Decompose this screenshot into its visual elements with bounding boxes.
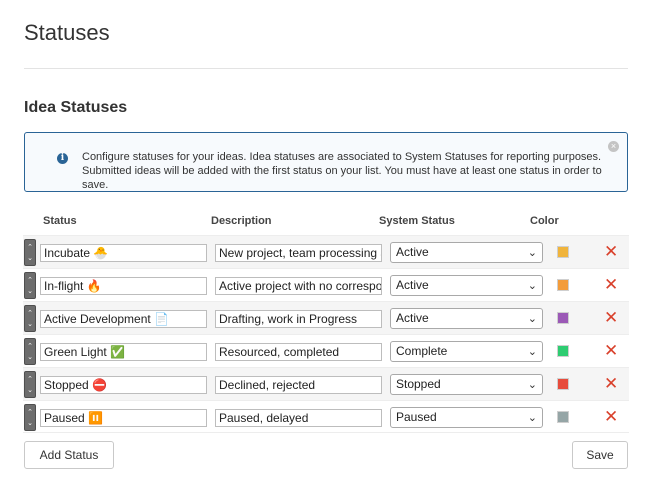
delete-icon[interactable]: ✕	[604, 407, 618, 427]
color-swatch[interactable]	[557, 279, 569, 291]
delete-icon[interactable]: ✕	[604, 308, 618, 328]
status-name-input[interactable]: Stopped ⛔	[40, 376, 207, 394]
delete-icon[interactable]: ✕	[604, 275, 618, 295]
system-status-select[interactable]: Active ⌄	[390, 308, 543, 329]
info-alert: i Configure statuses for your ideas. Ide…	[24, 132, 628, 192]
delete-icon[interactable]: ✕	[604, 242, 618, 262]
chevron-down-icon: ⌄	[527, 247, 537, 259]
status-name-input[interactable]: In-flight 🔥	[40, 277, 207, 295]
system-status-select[interactable]: Active ⌄	[390, 242, 543, 263]
info-text: Configure statuses for your ideas. Idea …	[82, 151, 602, 191]
color-swatch[interactable]	[557, 411, 569, 423]
system-status-value: Paused	[396, 410, 437, 424]
status-row: ⌃ ⌄ Green Light ✅ Resourced, completed Co…	[23, 334, 629, 367]
status-row: ⌃ ⌄ In-flight 🔥 Active project with no co…	[23, 268, 629, 301]
status-description-input[interactable]: New project, team processing a	[215, 244, 382, 262]
status-description-input[interactable]: Drafting, work in Progress	[215, 310, 382, 328]
drag-handle-icon[interactable]: ⌃ ⌄	[24, 371, 36, 398]
status-name-input[interactable]: Green Light ✅	[40, 343, 207, 361]
status-row: ⌃ ⌄ Paused ⏸️ Paused, delayed Paused ⌄ ✕	[23, 400, 629, 433]
system-status-select[interactable]: Complete ⌄	[390, 341, 543, 362]
system-status-value: Active	[396, 245, 429, 259]
delete-icon[interactable]: ✕	[604, 341, 618, 361]
delete-icon[interactable]: ✕	[604, 374, 618, 394]
system-status-value: Stopped	[396, 377, 441, 391]
status-name-input[interactable]: Incubate 🐣	[40, 244, 207, 262]
chevron-down-icon: ⌄	[527, 280, 537, 292]
status-description-input[interactable]: Paused, delayed	[215, 409, 382, 427]
chevron-down-icon: ⌄	[527, 346, 537, 358]
page-title: Statuses	[24, 20, 110, 45]
info-icon: i	[57, 153, 68, 164]
color-swatch[interactable]	[557, 345, 569, 357]
status-description-input[interactable]: Resourced, completed	[215, 343, 382, 361]
column-header-status: Status	[43, 215, 77, 227]
status-row: ⌃ ⌄ Active Development 📄 Drafting, work i…	[23, 301, 629, 334]
system-status-select[interactable]: Active ⌄	[390, 275, 543, 296]
status-list: ⌃ ⌄ Incubate 🐣 New project, team processi…	[23, 235, 629, 433]
drag-handle-icon[interactable]: ⌃ ⌄	[24, 239, 36, 266]
status-row: ⌃ ⌄ Stopped ⛔ Declined, rejected Stopped ⌄…	[23, 367, 629, 400]
column-header-description: Description	[211, 215, 272, 227]
system-status-value: Complete	[396, 344, 448, 358]
system-status-select[interactable]: Stopped ⌄	[390, 374, 543, 395]
status-name-input[interactable]: Paused ⏸️	[40, 409, 207, 427]
drag-handle-icon[interactable]: ⌃ ⌄	[24, 404, 36, 431]
column-header-color: Color	[530, 215, 559, 227]
save-button[interactable]: Save	[572, 441, 628, 469]
section-title: Idea Statuses	[24, 99, 128, 116]
status-description-input[interactable]: Active project with no correspo	[215, 277, 382, 295]
chevron-down-icon: ⌄	[527, 412, 537, 424]
drag-handle-icon[interactable]: ⌃ ⌄	[24, 272, 36, 299]
add-status-button[interactable]: Add Status	[24, 441, 114, 469]
drag-handle-icon[interactable]: ⌃ ⌄	[24, 338, 36, 365]
column-header-system-status: System Status	[379, 215, 455, 227]
drag-handle-icon[interactable]: ⌃ ⌄	[24, 305, 36, 332]
color-swatch[interactable]	[557, 246, 569, 258]
chevron-down-icon: ⌄	[527, 313, 537, 325]
system-status-value: Active	[396, 311, 429, 325]
status-description-input[interactable]: Declined, rejected	[215, 376, 382, 394]
status-row: ⌃ ⌄ Incubate 🐣 New project, team processi…	[23, 235, 629, 268]
divider	[24, 68, 628, 69]
system-status-value: Active	[396, 278, 429, 292]
close-icon[interactable]: ×	[608, 141, 619, 152]
color-swatch[interactable]	[557, 312, 569, 324]
color-swatch[interactable]	[557, 378, 569, 390]
system-status-select[interactable]: Paused ⌄	[390, 407, 543, 428]
chevron-down-icon: ⌄	[527, 379, 537, 391]
status-name-input[interactable]: Active Development 📄	[40, 310, 207, 328]
